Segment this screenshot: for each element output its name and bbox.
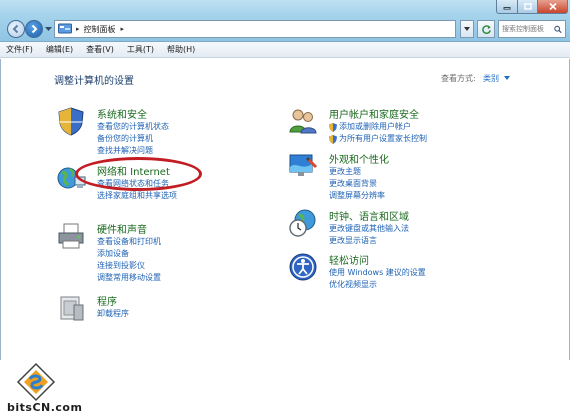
minimize-button[interactable] <box>496 0 518 14</box>
chevron-right-icon: ▸ <box>76 25 80 33</box>
network-globe-icon[interactable] <box>56 163 86 193</box>
appearance-icon[interactable] <box>288 151 318 181</box>
category-title[interactable]: 硬件和声音 <box>97 221 147 236</box>
chevron-right-icon[interactable]: ▸ <box>121 25 125 33</box>
link-troubleshoot[interactable]: 查找并解决问题 <box>97 145 169 157</box>
menu-view[interactable]: 查看(V) <box>86 44 114 55</box>
link-recommended-settings[interactable]: 使用 Windows 建议的设置 <box>329 267 426 279</box>
link-backup-computer[interactable]: 备份您的计算机 <box>97 133 169 145</box>
arrow-right-icon <box>31 24 38 34</box>
link-devices-printers[interactable]: 查看设备和打印机 <box>97 236 161 248</box>
link-label: 为所有用户设置家长控制 <box>339 134 427 143</box>
recent-pages-button[interactable] <box>44 24 52 34</box>
clock-globe-icon[interactable] <box>288 208 318 238</box>
users-icon[interactable] <box>288 106 318 136</box>
window-controls <box>496 0 568 14</box>
control-panel-content: 调整计算机的设置 查看方式: 类别 系统和安全 查看您的计算机状态 备份您的计算… <box>0 59 570 360</box>
link-homegroup-sharing[interactable]: 选择家庭组和共享选项 <box>97 190 177 202</box>
link-optimize-video[interactable]: 优化视频显示 <box>329 279 426 291</box>
printer-icon[interactable] <box>56 221 86 251</box>
view-by-dropdown[interactable]: 类别 <box>483 73 499 84</box>
chevron-down-icon[interactable] <box>504 76 510 80</box>
category-title[interactable]: 程序 <box>97 293 117 308</box>
menu-help[interactable]: 帮助(H) <box>167 44 195 55</box>
page-title: 调整计算机的设置 <box>54 76 134 87</box>
site-logo-icon <box>16 362 56 402</box>
link-view-computer-status[interactable]: 查看您的计算机状态 <box>97 121 169 133</box>
forward-button[interactable] <box>25 20 43 38</box>
menu-tools[interactable]: 工具(T) <box>127 44 154 55</box>
refresh-icon <box>481 24 491 34</box>
address-dropdown-button[interactable] <box>460 20 474 38</box>
link-connect-projector[interactable]: 连接到投影仪 <box>97 260 161 272</box>
view-by-label: 查看方式: <box>441 74 476 83</box>
maximize-button[interactable] <box>518 0 538 14</box>
refresh-button[interactable] <box>477 20 495 38</box>
watermark-text: bitsCN.com <box>7 401 83 414</box>
search-icon[interactable] <box>554 25 562 34</box>
menu-file[interactable]: 文件(F) <box>6 44 33 55</box>
link-mobility-settings[interactable]: 调整常用移动设置 <box>97 272 161 284</box>
menu-bar: 文件(F) 编辑(E) 查看(V) 工具(T) 帮助(H) <box>0 42 570 58</box>
minimize-icon <box>503 7 511 10</box>
security-shield-icon[interactable] <box>56 106 86 136</box>
search-input[interactable] <box>502 25 554 33</box>
search-box[interactable] <box>498 20 566 38</box>
menu-edit[interactable]: 编辑(E) <box>46 44 73 55</box>
category-title[interactable]: 用户帐户和家庭安全 <box>329 106 419 121</box>
category-title[interactable]: 轻松访问 <box>329 252 369 267</box>
ease-of-access-icon[interactable] <box>288 252 318 282</box>
programs-icon[interactable] <box>56 293 86 323</box>
link-desktop-background[interactable]: 更改桌面背景 <box>329 178 385 190</box>
uac-shield-icon <box>329 122 337 132</box>
uac-shield-icon <box>329 134 337 144</box>
control-panel-icon <box>58 23 72 34</box>
chevron-down-icon <box>464 27 470 31</box>
arrow-left-icon <box>12 24 19 34</box>
category-title[interactable]: 外观和个性化 <box>329 151 389 166</box>
link-screen-resolution[interactable]: 调整屏幕分辨率 <box>329 190 385 202</box>
chevron-down-icon <box>44 26 52 31</box>
close-button[interactable] <box>538 0 568 14</box>
category-title[interactable]: 网络和 Internet <box>97 163 170 178</box>
bottom-area <box>0 360 570 419</box>
link-add-remove-accounts[interactable]: 添加或删除用户帐户 <box>329 121 427 133</box>
address-bar[interactable]: ▸ 控制面板 ▸ <box>54 20 456 38</box>
breadcrumb-control-panel[interactable]: 控制面板 <box>84 24 116 35</box>
window-titlebar: ▸ 控制面板 ▸ <box>0 0 570 42</box>
maximize-icon <box>523 3 532 10</box>
category-title[interactable]: 时钟、语言和区域 <box>329 208 409 223</box>
close-icon <box>548 3 557 10</box>
link-view-network-status[interactable]: 查看网络状态和任务 <box>97 178 177 190</box>
link-uninstall-program[interactable]: 卸载程序 <box>97 308 129 320</box>
category-title[interactable]: 系统和安全 <box>97 106 147 121</box>
link-display-language[interactable]: 更改显示语言 <box>329 235 409 247</box>
back-button[interactable] <box>7 20 25 38</box>
link-change-theme[interactable]: 更改主题 <box>329 166 385 178</box>
link-add-device[interactable]: 添加设备 <box>97 248 161 260</box>
link-change-keyboard[interactable]: 更改键盘或其他输入法 <box>329 223 409 235</box>
link-label: 添加或删除用户帐户 <box>339 122 411 131</box>
link-parental-controls[interactable]: 为所有用户设置家长控制 <box>329 133 427 145</box>
